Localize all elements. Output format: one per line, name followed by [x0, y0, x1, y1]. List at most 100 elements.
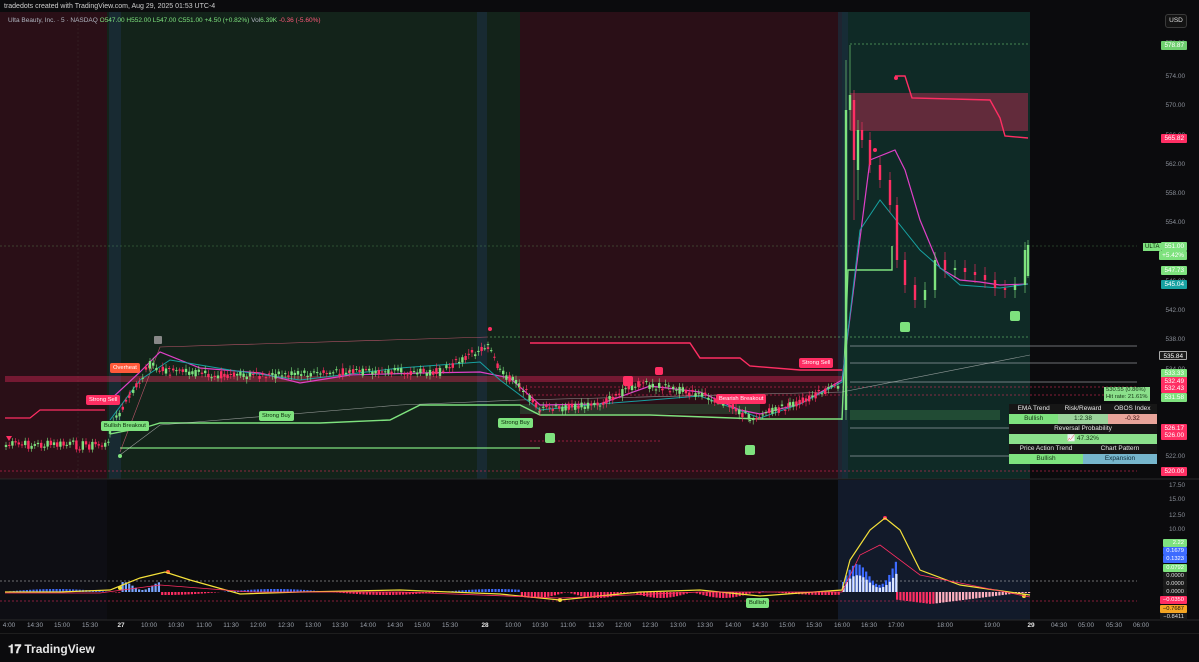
candle-body [341, 368, 344, 376]
candle-body [75, 440, 78, 450]
candle-body [817, 389, 820, 392]
candle-body [567, 403, 570, 410]
osc-bar [501, 589, 504, 592]
candle-body [836, 386, 840, 389]
candle-body [62, 441, 65, 446]
osc-bar [902, 592, 905, 601]
candle-body [425, 372, 428, 376]
symbol-price-tag: ULTA [1143, 243, 1162, 251]
candle-body [348, 370, 352, 372]
candle-body [792, 401, 795, 407]
candle-body [296, 371, 300, 375]
candle-body [707, 397, 710, 400]
osc-bar [174, 592, 177, 595]
price-tick-label: 554.00 [1165, 219, 1185, 226]
candle-body [277, 371, 280, 375]
candle-body [525, 389, 528, 391]
osc-bar [197, 592, 200, 594]
osc-bar [968, 592, 971, 600]
candle-body [554, 405, 558, 407]
time-tick-label: 06:00 [1133, 622, 1149, 629]
candle-body [624, 388, 627, 390]
osc-tag: 0.1323 [1163, 555, 1187, 563]
osc-bar [862, 577, 865, 592]
candle-body [761, 414, 764, 416]
candle-body [534, 402, 538, 408]
candle-body [312, 371, 316, 373]
osc-bar [204, 592, 207, 594]
osc-bar [184, 592, 187, 595]
candle-body [637, 381, 640, 387]
candle-body [309, 373, 312, 377]
ema-trend-header: EMA Trend [1017, 405, 1050, 412]
chart-canvas[interactable] [0, 0, 1199, 633]
candle-body [319, 373, 322, 375]
candle-body [59, 441, 62, 447]
candle-body [704, 392, 707, 395]
candle-body [325, 373, 328, 375]
osc-bar [154, 583, 157, 592]
candle-body [993, 280, 997, 288]
tradingview-logo[interactable]: 𝟏𝟕 TradingView [8, 642, 95, 657]
osc-bar [895, 573, 898, 592]
candle-body [664, 384, 667, 386]
candle-body [731, 404, 734, 410]
symbol-legend[interactable]: Ulta Beauty, Inc. · 5 · NASDAQ O547.00 H… [8, 17, 321, 24]
osc-bar [369, 592, 372, 595]
close-value: C551.00 [178, 17, 203, 24]
time-tick-label: 4:00 [2, 622, 16, 629]
candle-body [661, 388, 664, 391]
currency-button[interactable]: USD [1165, 14, 1187, 28]
candle-body [814, 392, 817, 399]
candle-body [852, 100, 856, 160]
candle-body [777, 407, 780, 413]
time-tick-label: 15:30 [442, 622, 458, 629]
time-tick-label: 17:00 [888, 622, 904, 629]
ema-trend-value: Bullish [1009, 414, 1059, 424]
candle-body [758, 417, 761, 419]
candle-body [593, 402, 596, 406]
osc-bar [147, 587, 151, 592]
osc-bar [626, 592, 629, 593]
time-tick-label: 13:30 [697, 622, 713, 629]
osc-bar [892, 577, 895, 592]
candle-body [827, 387, 830, 389]
time-tick-label: 10:30 [532, 622, 548, 629]
osc-bar [213, 592, 217, 593]
time-tick-label: 13:00 [305, 622, 321, 629]
candle-body [747, 414, 750, 420]
candle-body [293, 372, 296, 376]
osc-bar [659, 592, 662, 598]
chart-pattern-header: Chart Pattern [1100, 445, 1140, 452]
osc-tick-label: 15.00 [1169, 496, 1185, 503]
osc-bar [888, 581, 891, 592]
candle-body [148, 361, 152, 369]
candle-body [496, 363, 499, 369]
osc-bar [991, 592, 994, 597]
osc-tag: −0.0350 [1159, 596, 1187, 604]
osc-bar [875, 587, 878, 592]
symbol-name: Ulta Beauty, Inc. · 5 · NASDAQ [8, 17, 98, 24]
candle-body [403, 373, 406, 375]
osc-bar [378, 592, 382, 595]
candle-body [830, 385, 833, 387]
osc-bar [932, 592, 935, 604]
candle-body [551, 408, 554, 411]
osc-tag: 0.0000 [1163, 580, 1187, 588]
candle-body [290, 371, 293, 376]
time-tick-label: 12:30 [642, 622, 658, 629]
open-value: O547.00 [99, 17, 125, 24]
osc-tag: 0.0792 [1163, 564, 1187, 572]
osc-bar [948, 592, 951, 602]
hit-rate-value: Hit rate: 21.61% [1106, 394, 1148, 400]
candle-body [780, 404, 784, 407]
osc-bar [718, 592, 721, 598]
osc-bar [998, 592, 1001, 596]
time-tick-label: 11:30 [588, 622, 604, 629]
candle-body [645, 381, 648, 383]
osc-bar [1001, 592, 1004, 596]
osc-bar [270, 589, 273, 592]
candle-body [232, 372, 236, 377]
candle-body [322, 370, 325, 373]
candle-body [694, 393, 697, 397]
